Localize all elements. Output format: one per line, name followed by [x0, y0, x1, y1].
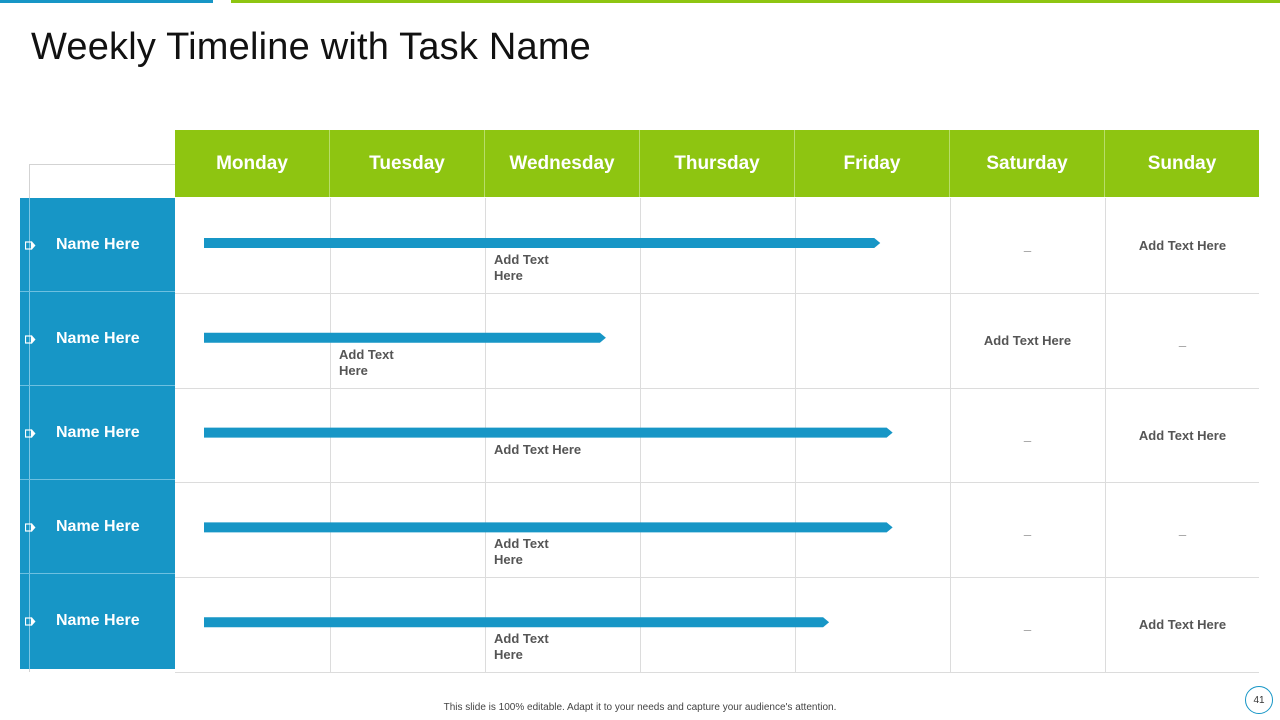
arrow-right-icon: [25, 335, 36, 344]
saturday-cell-text: _: [1023, 238, 1032, 253]
task-progress-bar: [204, 332, 606, 343]
top-accent-bar-blue: [0, 0, 213, 3]
corner-divider: [29, 164, 175, 165]
task-name-cell: Name Here: [20, 292, 175, 386]
saturday-cell-text: _: [1023, 617, 1032, 633]
timeline-grid: Add Text Here _ Add Text Here Add Text Here…: [175, 198, 1259, 673]
bar-note-text: Add Text Here: [494, 441, 582, 457]
arrow-right-icon: [25, 241, 36, 250]
arrow-right-icon: [25, 617, 36, 626]
task-name-label: Name Here: [56, 236, 140, 253]
task-name-label: Name Here: [56, 424, 140, 441]
grid-row-divider: [175, 672, 1259, 673]
task-name-cell: Name Here: [20, 574, 175, 669]
task-progress-bar: [204, 617, 830, 628]
task-name-cell: Name Here: [20, 198, 175, 292]
task-name-column: Name Here Name Here Name Here Name Here …: [20, 198, 175, 669]
arrow-right-icon: [25, 429, 36, 438]
saturday-cell-text: _: [1023, 522, 1032, 538]
day-header-wednesday: Wednesday: [485, 130, 640, 197]
task-name-label: Name Here: [56, 518, 140, 535]
saturday-cell-text: _: [1023, 427, 1032, 443]
bar-note-text: Add Text Here: [494, 631, 549, 663]
day-header-monday: Monday: [175, 130, 330, 197]
task-name-cell: Name Here: [20, 386, 175, 480]
page-title: Weekly Timeline with Task Name: [31, 26, 592, 68]
day-header-row: Monday Tuesday Wednesday Thursday Friday…: [175, 130, 1259, 197]
day-header-sunday: Sunday: [1105, 130, 1259, 197]
task-progress-bar: [204, 427, 893, 438]
task-name-label: Name Here: [56, 330, 140, 347]
day-header-tuesday: Tuesday: [330, 130, 485, 197]
task-progress-bar: [204, 522, 893, 533]
saturday-cell-text: Add Text Here: [983, 332, 1072, 348]
sunday-cell-text: Add Text Here: [1138, 427, 1227, 443]
sunday-cell-text: Add Text Here: [1138, 617, 1227, 633]
day-header-thursday: Thursday: [640, 130, 795, 197]
page-number: 41: [1245, 686, 1273, 714]
arrow-right-icon: [25, 523, 36, 532]
sunday-cell-text: Add Text Here: [1138, 238, 1227, 253]
footer-note: This slide is 100% editable. Adapt it to…: [443, 702, 837, 713]
task-name-label: Name Here: [56, 612, 140, 629]
day-header-saturday: Saturday: [950, 130, 1105, 197]
day-header-friday: Friday: [795, 130, 950, 197]
bar-note-text: Add Text Here: [494, 252, 549, 283]
sunday-cell-text: _: [1178, 332, 1187, 348]
task-name-cell: Name Here: [20, 480, 175, 574]
bar-note-text: Add Text Here: [494, 536, 549, 568]
task-progress-bar: [204, 238, 881, 248]
bar-note-text: Add Text Here: [339, 346, 394, 378]
sunday-cell-text: _: [1178, 522, 1187, 538]
top-accent-bar-green: [231, 0, 1280, 3]
